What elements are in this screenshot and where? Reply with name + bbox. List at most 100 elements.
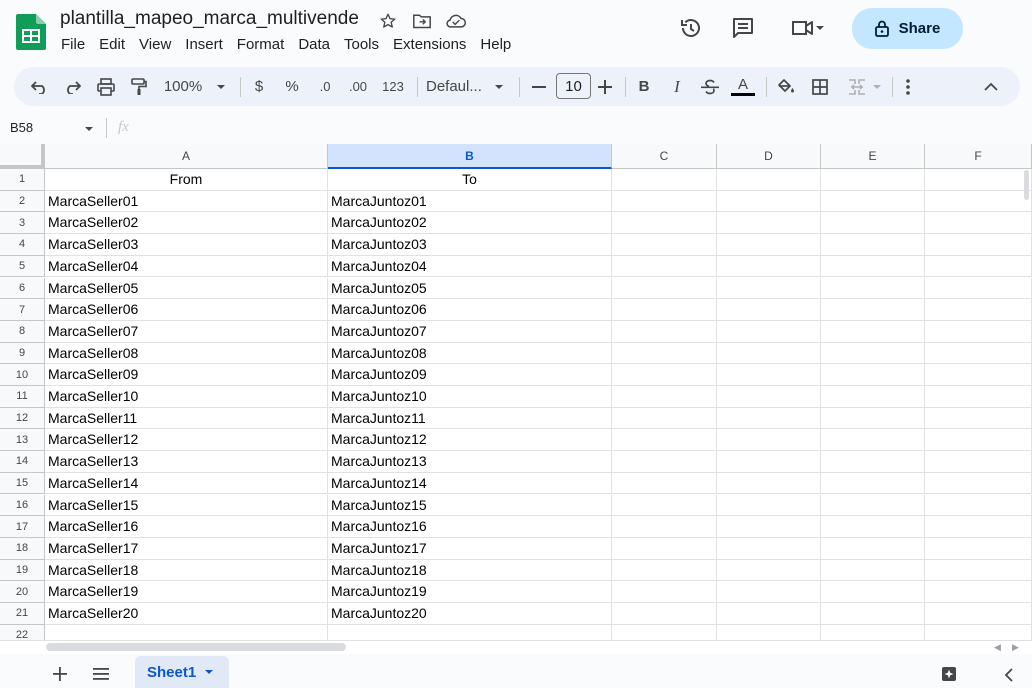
cell[interactable]: MarcaSeller14	[45, 472, 328, 495]
cell[interactable]: MarcaSeller11	[45, 407, 328, 430]
meet-button[interactable]	[786, 14, 830, 42]
menu-data[interactable]: Data	[291, 36, 337, 54]
cell[interactable]	[612, 451, 717, 473]
cell[interactable]: MarcaJuntoz07	[328, 320, 612, 343]
cell[interactable]	[821, 603, 925, 625]
row-header[interactable]: 8	[0, 320, 45, 343]
row-header[interactable]: 19	[0, 559, 45, 582]
cell[interactable]	[612, 342, 717, 365]
select-all-corner[interactable]	[0, 144, 45, 169]
cell[interactable]	[925, 190, 1032, 213]
horizontal-scroll-thumb[interactable]	[46, 643, 346, 651]
menu-tools[interactable]: Tools	[337, 36, 386, 54]
text-color-button[interactable]: A	[730, 67, 756, 106]
cell[interactable]: MarcaJuntoz14	[328, 472, 612, 495]
borders-button[interactable]	[808, 67, 832, 106]
cell[interactable]	[925, 494, 1032, 517]
increase-decimal-button[interactable]: .00	[344, 67, 372, 106]
row-header[interactable]: 1	[0, 169, 45, 191]
increase-font-size-button[interactable]	[594, 67, 616, 106]
menu-insert[interactable]: Insert	[178, 36, 230, 54]
cell[interactable]: MarcaJuntoz06	[328, 299, 612, 321]
menu-extensions[interactable]: Extensions	[386, 36, 473, 54]
cell[interactable]	[612, 234, 717, 256]
decrease-decimal-button[interactable]: .0	[312, 67, 338, 106]
cell[interactable]	[925, 320, 1032, 343]
cell[interactable]	[821, 255, 925, 278]
cell[interactable]: To	[328, 169, 612, 191]
row-header[interactable]: 9	[0, 342, 45, 365]
cell[interactable]	[821, 342, 925, 365]
cell[interactable]	[717, 320, 821, 343]
sheet-tab-sheet1[interactable]: Sheet1	[135, 656, 229, 688]
row-header[interactable]: 16	[0, 494, 45, 517]
cell[interactable]	[925, 234, 1032, 256]
cell[interactable]	[717, 299, 821, 321]
cell[interactable]: MarcaSeller04	[45, 255, 328, 278]
move-folder-icon[interactable]	[410, 10, 434, 32]
row-header[interactable]: 14	[0, 451, 45, 473]
row-header[interactable]: 21	[0, 603, 45, 625]
cell[interactable]	[612, 386, 717, 408]
cell[interactable]: MarcaSeller07	[45, 320, 328, 343]
cell[interactable]: From	[45, 169, 328, 191]
cell[interactable]	[925, 624, 1032, 640]
scroll-left-arrow-icon[interactable]: ◀	[994, 642, 1001, 653]
cell[interactable]: MarcaSeller01	[45, 190, 328, 213]
cell[interactable]: MarcaSeller03	[45, 234, 328, 256]
row-header[interactable]: 18	[0, 537, 45, 560]
cell[interactable]	[821, 299, 925, 321]
merge-cells-button[interactable]	[844, 67, 886, 106]
cell[interactable]	[925, 255, 1032, 278]
cell[interactable]	[717, 234, 821, 256]
cell[interactable]	[612, 581, 717, 603]
cell[interactable]: MarcaSeller05	[45, 277, 328, 300]
cell[interactable]	[612, 494, 717, 517]
cell[interactable]	[612, 603, 717, 625]
cell[interactable]	[925, 169, 1032, 191]
cell[interactable]	[717, 169, 821, 191]
column-header-a[interactable]: A	[45, 144, 328, 169]
cell[interactable]	[925, 299, 1032, 321]
cell[interactable]: MarcaJuntoz11	[328, 407, 612, 430]
cell[interactable]: MarcaSeller02	[45, 212, 328, 235]
explore-button[interactable]	[937, 662, 961, 686]
cell[interactable]: MarcaJuntoz09	[328, 364, 612, 386]
cell[interactable]	[612, 429, 717, 452]
cell[interactable]	[821, 429, 925, 452]
cell[interactable]	[821, 320, 925, 343]
row-header[interactable]: 10	[0, 364, 45, 386]
row-header[interactable]: 15	[0, 472, 45, 495]
cell[interactable]: MarcaSeller15	[45, 494, 328, 517]
cell[interactable]: MarcaSeller17	[45, 537, 328, 560]
cell[interactable]	[612, 407, 717, 430]
cell[interactable]: MarcaJuntoz12	[328, 429, 612, 452]
cloud-saved-icon[interactable]	[444, 10, 468, 32]
cell[interactable]	[821, 559, 925, 582]
cell[interactable]: MarcaJuntoz18	[328, 559, 612, 582]
cell[interactable]	[612, 559, 717, 582]
column-header-d[interactable]: D	[717, 144, 821, 169]
cell[interactable]	[821, 407, 925, 430]
cell[interactable]	[925, 603, 1032, 625]
cell[interactable]	[821, 386, 925, 408]
cell[interactable]	[925, 516, 1032, 538]
comments-button[interactable]	[729, 14, 757, 42]
bold-button[interactable]: B	[633, 67, 655, 106]
row-header[interactable]: 12	[0, 407, 45, 430]
cell[interactable]	[717, 407, 821, 430]
all-sheets-button[interactable]	[89, 662, 113, 686]
cell[interactable]	[925, 277, 1032, 300]
scroll-right-arrow-icon[interactable]: ▶	[1012, 642, 1019, 653]
cell[interactable]	[821, 190, 925, 213]
fill-color-button[interactable]	[774, 67, 798, 106]
column-header-c[interactable]: C	[612, 144, 717, 169]
sheets-logo-icon[interactable]	[16, 14, 46, 50]
cell[interactable]: MarcaJuntoz03	[328, 234, 612, 256]
font-size-input[interactable]: 10	[556, 73, 591, 99]
cell[interactable]	[925, 212, 1032, 235]
cell[interactable]	[925, 407, 1032, 430]
cell[interactable]: MarcaJuntoz17	[328, 537, 612, 560]
cell[interactable]	[821, 472, 925, 495]
cell[interactable]: MarcaSeller12	[45, 429, 328, 452]
